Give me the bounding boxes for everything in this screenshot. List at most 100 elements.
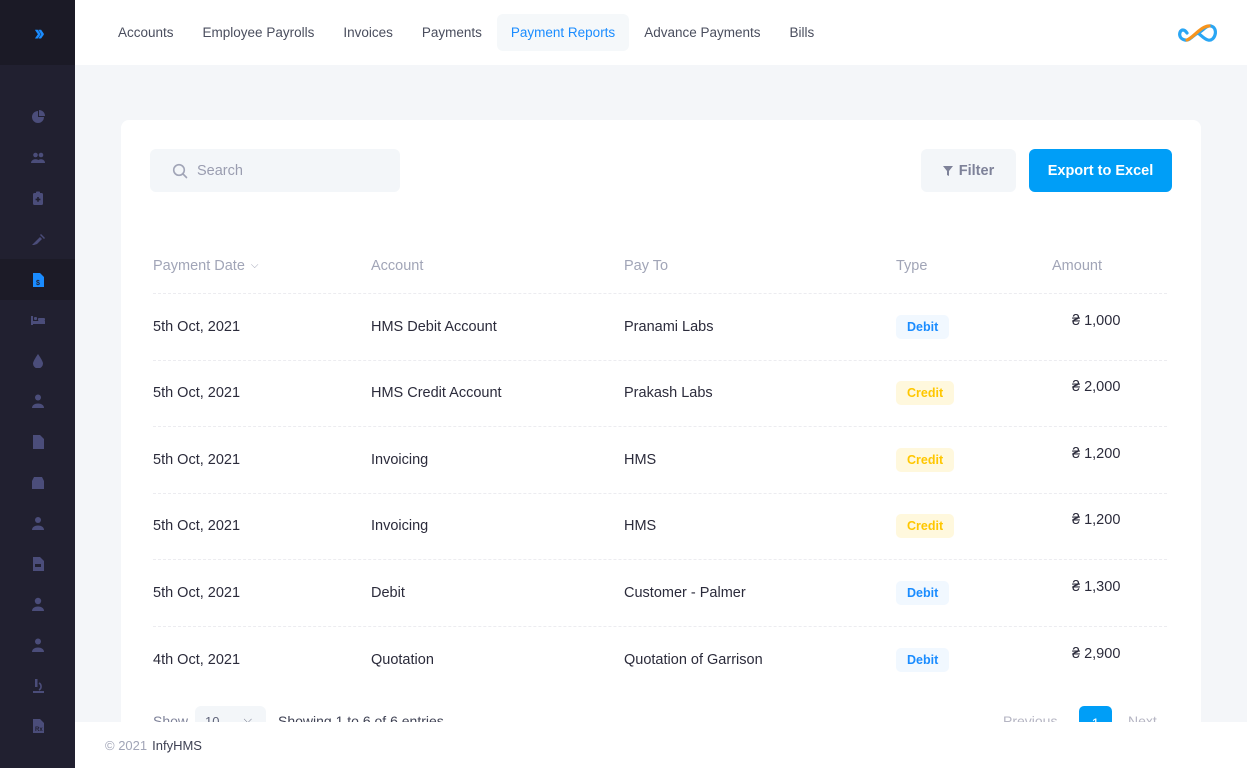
sidebar-item-inventory[interactable]: [0, 462, 75, 503]
payment-reports-table: Payment Date ⌵ Account Pay To Type Amoun…: [153, 238, 1167, 693]
sidebar-item-clipboard[interactable]: [0, 178, 75, 219]
user-smile-icon: [31, 598, 44, 612]
tab-bills[interactable]: Bills: [776, 14, 829, 51]
payment-date-cell: 5th Oct, 2021: [153, 385, 241, 402]
table-row: 5th Oct, 2021 Invoicing HMS Credit ₴ 1,200: [153, 427, 1167, 494]
sidebar-item-users[interactable]: [0, 138, 75, 179]
account-cell: Invoicing: [371, 451, 429, 468]
column-header-account[interactable]: Account: [371, 258, 624, 274]
user-tie-icon: [31, 638, 44, 653]
column-label: Payment Date: [153, 257, 245, 274]
type-cell: Credit: [896, 514, 1052, 539]
svg-text:$: $: [36, 280, 40, 287]
tab-invoices[interactable]: Invoices: [329, 14, 407, 51]
search-icon: [172, 163, 188, 178]
file-prescription-icon: Rx: [32, 719, 44, 734]
type-badge: Debit: [896, 314, 950, 339]
type-cell: Debit: [896, 314, 1052, 339]
tab-advance-payments[interactable]: Advance Payments: [630, 14, 774, 51]
column-header-pay-to[interactable]: Pay To: [624, 258, 896, 274]
double-chevron-right-icon[interactable]: ››: [34, 20, 44, 46]
payment-date-cell: 4th Oct, 2021: [153, 651, 241, 668]
svg-text:Rx: Rx: [35, 727, 43, 733]
account-cell: HMS Debit Account: [371, 318, 497, 335]
tint-icon: [32, 353, 43, 368]
type-cell: Debit: [896, 580, 1052, 605]
filter-icon: [942, 165, 953, 176]
footer-brand-link[interactable]: InfyHMS: [152, 738, 202, 753]
type-cell: Credit: [896, 381, 1052, 406]
search-box[interactable]: [150, 149, 400, 192]
bed-icon: [30, 316, 45, 326]
column-header-payment-date[interactable]: Payment Date ⌵: [153, 258, 371, 274]
infinity-logo-icon: [1178, 24, 1218, 42]
amount-cell: ₴ 2,900: [1072, 645, 1121, 662]
payment-date-cell: 5th Oct, 2021: [153, 318, 241, 335]
tab-payments[interactable]: Payments: [408, 14, 496, 51]
sort-chevron-down-icon: ⌵: [250, 260, 259, 271]
chart-pie-icon: [31, 110, 45, 124]
type-cell: Debit: [896, 647, 1052, 672]
sidebar-item-staff[interactable]: [0, 625, 75, 666]
sidebar-item-reports[interactable]: [0, 544, 75, 585]
type-badge: Credit: [896, 381, 955, 406]
payment-date-cell: 5th Oct, 2021: [153, 584, 241, 601]
clipboard-medical-icon: [32, 191, 43, 206]
pay-to-cell: HMS: [624, 451, 657, 468]
payment-date-cell: 5th Oct, 2021: [153, 451, 241, 468]
page-footer: © 2021 InfyHMS: [75, 722, 1247, 768]
sidebar-item-documents[interactable]: [0, 422, 75, 463]
sidebar-item-prescriptions[interactable]: Rx: [0, 706, 75, 747]
amount-cell: ₴ 2,000: [1072, 379, 1121, 396]
file-invoice-dollar-icon: $: [32, 272, 44, 287]
export-to-excel-button[interactable]: Export to Excel: [1029, 149, 1172, 192]
payment-date-cell: 5th Oct, 2021: [153, 518, 241, 535]
users-icon: [30, 152, 45, 163]
tab-employee-payrolls[interactable]: Employee Payrolls: [189, 14, 329, 51]
pay-to-cell: Quotation of Garrison: [624, 651, 763, 668]
type-badge: Debit: [896, 580, 950, 605]
sidebar-menu: $ Rx: [0, 65, 75, 747]
sidebar-item-pathology[interactable]: [0, 665, 75, 706]
sidebar-item-beds[interactable]: [0, 300, 75, 341]
column-header-amount[interactable]: Amount: [1052, 258, 1167, 274]
account-cell: Invoicing: [371, 518, 429, 535]
account-cell: Quotation: [371, 651, 434, 668]
amount-cell: ₴ 1,000: [1072, 312, 1121, 329]
table-row: 5th Oct, 2021 Debit Customer - Palmer Debit…: [153, 560, 1167, 627]
sidebar-item-doctors[interactable]: [0, 381, 75, 422]
payment-reports-card: Filter Export to Excel Payment Date ⌵ Ac…: [121, 120, 1201, 730]
sidebar-item-dashboard[interactable]: [0, 97, 75, 138]
sidebar-item-patients[interactable]: [0, 584, 75, 625]
user-md-icon: [31, 394, 44, 409]
tab-payment-reports[interactable]: Payment Reports: [496, 14, 630, 51]
type-badge: Debit: [896, 647, 950, 672]
type-badge: Credit: [896, 447, 955, 472]
filter-label: Filter: [958, 162, 995, 179]
table-row: 5th Oct, 2021 HMS Debit Account Pranami La…: [153, 294, 1167, 361]
amount-cell: ₴ 1,200: [1072, 445, 1121, 462]
sidebar: ›› $ Rx: [0, 0, 75, 768]
pay-to-cell: Pranami Labs: [624, 318, 714, 335]
sidebar-item-syringe[interactable]: [0, 219, 75, 260]
file-icon: [32, 435, 44, 450]
box-icon: [31, 476, 44, 489]
sidebar-item-blood-bank[interactable]: [0, 341, 75, 382]
nav-tabs: Accounts Employee Payrolls Invoices Payment…: [104, 14, 829, 51]
tab-accounts[interactable]: Accounts: [104, 14, 188, 51]
top-navigation: Accounts Employee Payrolls Invoices Payment…: [75, 0, 1247, 65]
file-alt-icon: [32, 556, 44, 571]
column-header-type[interactable]: Type: [896, 258, 1052, 274]
filter-button[interactable]: Filter: [921, 149, 1016, 192]
type-badge: Credit: [896, 514, 955, 539]
table-row: 5th Oct, 2021 HMS Credit Account Prakash L…: [153, 361, 1167, 427]
copyright-text: © 2021: [105, 737, 148, 753]
pay-to-cell: HMS: [624, 518, 657, 535]
syringe-icon: [31, 234, 45, 246]
sidebar-item-accounts[interactable]: $: [0, 259, 75, 300]
table-row: 4th Oct, 2021 Quotation Quotation of Garri…: [153, 627, 1167, 694]
table-header: Payment Date ⌵ Account Pay To Type Amoun…: [153, 238, 1167, 294]
search-input[interactable]: [197, 162, 387, 179]
amount-cell: ₴ 1,200: [1072, 512, 1121, 529]
sidebar-item-nurses[interactable]: [0, 503, 75, 544]
